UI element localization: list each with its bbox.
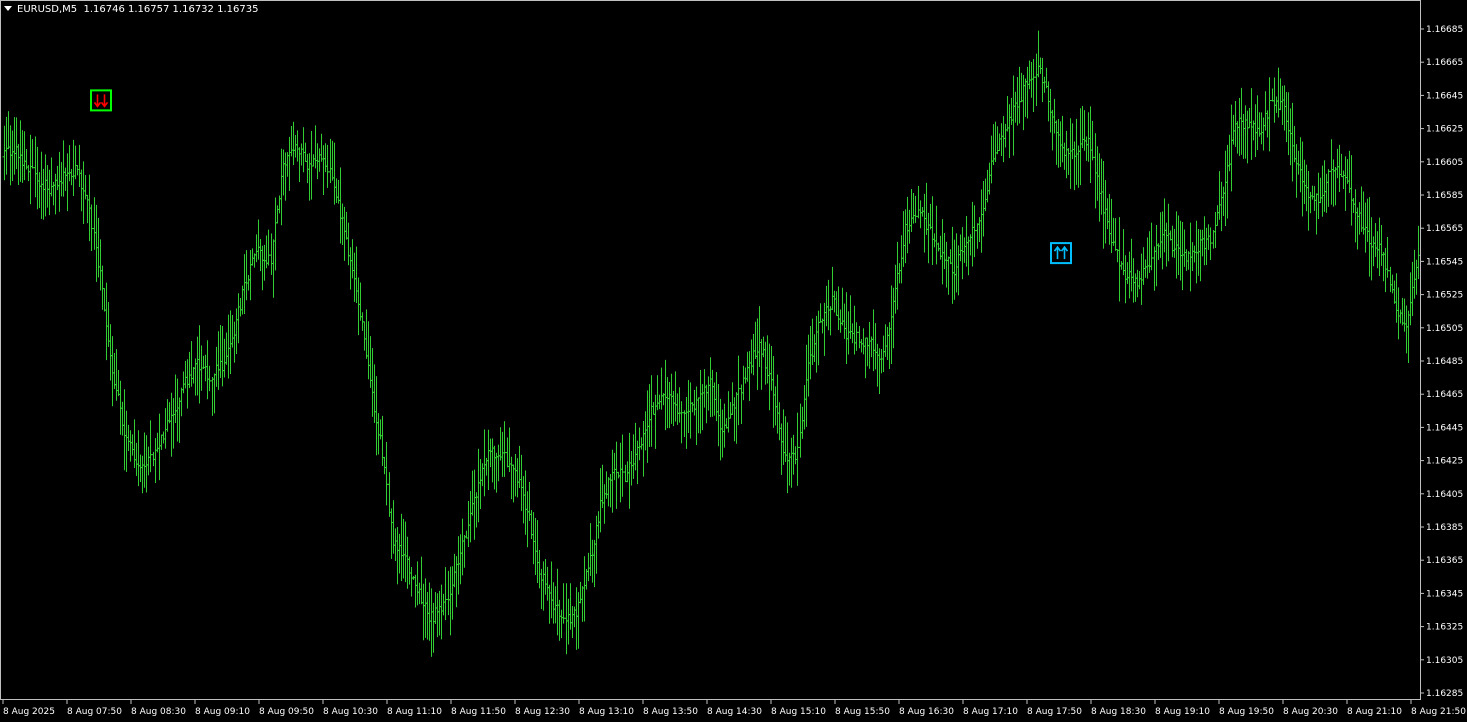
price-tick-label: 1.16385 (1426, 523, 1463, 533)
time-tick-label: 8 Aug 09:10 (195, 707, 250, 717)
price-tick-label: 1.16305 (1426, 656, 1463, 666)
time-tick-label: 8 Aug 14:30 (707, 707, 762, 717)
price-tick-label: 1.16345 (1426, 589, 1463, 599)
price-tick-label: 1.16645 (1426, 91, 1463, 101)
price-tick-label: 1.16505 (1426, 324, 1463, 334)
price-tick-label: 1.16585 (1426, 191, 1463, 201)
time-tick-label: 8 Aug 16:30 (899, 707, 954, 717)
price-tick-label: 1.16285 (1426, 689, 1463, 699)
price-tick-label: 1.16605 (1426, 158, 1463, 168)
time-tick-label: 8 Aug 18:30 (1091, 707, 1146, 717)
price-tick-label: 1.16445 (1426, 423, 1463, 433)
time-tick-label: 8 Aug 15:50 (835, 707, 890, 717)
time-tick-label: 8 Aug 20:30 (1283, 707, 1338, 717)
time-tick-label: 8 Aug 2025 (3, 707, 55, 717)
price-tick-label: 1.16325 (1426, 623, 1463, 633)
price-axis[interactable]: 1.16685 1.16665 1.16645 1.16625 1.16605 1.165… (1420, 25, 1463, 699)
price-tick-label: 1.16365 (1426, 556, 1463, 566)
time-tick-label: 8 Aug 15:10 (771, 707, 826, 717)
time-tick-label: 8 Aug 17:10 (963, 707, 1018, 717)
time-tick-label: 8 Aug 17:50 (1027, 707, 1082, 717)
price-tick-label: 1.16625 (1426, 125, 1463, 135)
price-tick-label: 1.16405 (1426, 490, 1463, 500)
time-tick-label: 8 Aug 13:50 (643, 707, 698, 717)
symbol-label: EURUSD,M5 (17, 4, 78, 15)
time-tick-label: 8 Aug 21:10 (1347, 707, 1402, 717)
time-tick-label: 8 Aug 10:30 (323, 707, 378, 717)
plot-area-border (0, 0, 1421, 700)
price-tick-label: 1.16485 (1426, 357, 1463, 367)
time-tick-label: 8 Aug 13:10 (579, 707, 634, 717)
price-tick-label: 1.16465 (1426, 390, 1463, 400)
time-tick-label: 8 Aug 11:50 (451, 707, 506, 717)
price-tick-label: 1.16665 (1426, 58, 1463, 68)
time-tick-label: 8 Aug 19:50 (1219, 707, 1274, 717)
price-tick-label: 1.16425 (1426, 457, 1463, 467)
triangle-down-icon[interactable] (4, 6, 12, 11)
time-tick-label: 8 Aug 07:50 (67, 707, 122, 717)
chart-window[interactable]: 1.16685 1.16665 1.16645 1.16625 1.16605 1.165… (0, 0, 1467, 722)
time-axis[interactable]: 8 Aug 2025 8 Aug 07:50 8 Aug 08:30 8 Aug 09… (2, 699, 1466, 717)
price-tick-label: 1.16525 (1426, 291, 1463, 301)
price-tick-label: 1.16545 (1426, 257, 1463, 267)
time-tick-label: 8 Aug 08:30 (131, 707, 186, 717)
time-tick-label: 8 Aug 11:10 (387, 707, 442, 717)
ohlc-values: 1.16746 1.16757 1.16732 1.16735 (83, 4, 259, 15)
time-tick-label: 8 Aug 09:50 (259, 707, 314, 717)
time-tick-label: 8 Aug 12:30 (515, 707, 570, 717)
time-tick-label: 8 Aug 21:50 (1411, 707, 1466, 717)
price-tick-label: 1.16685 (1426, 25, 1463, 35)
symbol-header[interactable]: EURUSD,M5 1.16746 1.16757 1.16732 1.1673… (4, 4, 258, 16)
time-tick-label: 8 Aug 19:10 (1155, 707, 1210, 717)
price-tick-label: 1.16565 (1426, 224, 1463, 234)
